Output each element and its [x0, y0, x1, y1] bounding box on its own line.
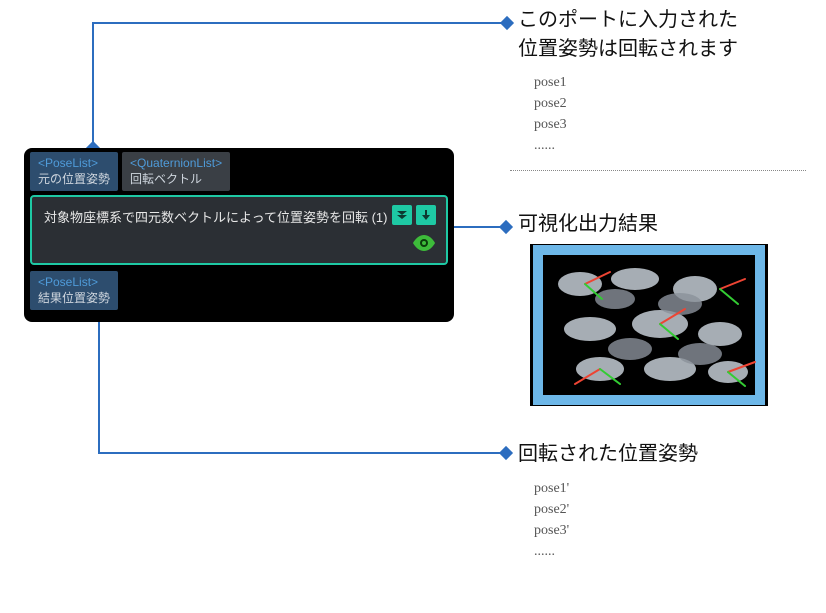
node-toolbar — [392, 205, 436, 225]
port-type: <PoseList> — [38, 156, 110, 172]
port-label: 回転ベクトル — [130, 172, 202, 186]
callout-input-title: このポートに入力された 位置姿勢は回転されます — [518, 6, 738, 64]
input-pose-list: pose1 pose2 pose3 ...... — [534, 72, 567, 156]
pose-item: ...... — [534, 541, 569, 562]
separator-dotted — [510, 170, 806, 171]
output-port-row: <PoseList> 結果位置姿勢 — [30, 271, 448, 310]
visualization-thumbnail — [530, 244, 768, 406]
connector-line — [92, 22, 94, 148]
collapse-down-button[interactable] — [392, 205, 412, 225]
input-port-quaternionlist[interactable]: <QuaternionList> 回転ベクトル — [122, 152, 230, 191]
graph-node: <PoseList> 元の位置姿勢 <QuaternionList> 回転ベクト… — [24, 148, 454, 322]
pose-item: pose2 — [534, 93, 567, 114]
pose-item: pose2' — [534, 499, 569, 520]
callout-output-title: 回転された位置姿勢 — [518, 440, 698, 469]
node-body[interactable]: 対象物座標系で四元数ベクトルによって位置姿勢を回転 (1) — [30, 195, 448, 265]
callout-line1: このポートに入力された — [518, 9, 738, 31]
pose-item: pose1 — [534, 72, 567, 93]
output-port-poselist[interactable]: <PoseList> 結果位置姿勢 — [30, 271, 118, 310]
output-pose-list: pose1' pose2' pose3' ...... — [534, 478, 569, 562]
pose-item: pose3 — [534, 114, 567, 135]
callout-viz-title: 可視化出力結果 — [518, 210, 658, 239]
pose-item: pose3' — [534, 520, 569, 541]
connector-diamond — [499, 220, 513, 234]
port-label: 元の位置姿勢 — [38, 172, 110, 186]
callout-text: 可視化出力結果 — [518, 213, 658, 235]
input-port-poselist[interactable]: <PoseList> 元の位置姿勢 — [30, 152, 118, 191]
callout-text: 回転された位置姿勢 — [518, 443, 698, 465]
pose-item: pose1' — [534, 478, 569, 499]
connector-line — [98, 452, 506, 454]
pose-item: ...... — [534, 135, 567, 156]
input-port-row: <PoseList> 元の位置姿勢 <QuaternionList> 回転ベクト… — [30, 152, 448, 191]
connector-diamond — [500, 16, 514, 30]
node-title: 対象物座標系で四元数ベクトルによって位置姿勢を回転 (1) — [44, 207, 434, 226]
port-type: <QuaternionList> — [130, 156, 222, 172]
connector-diamond — [499, 446, 513, 460]
port-type: <PoseList> — [38, 275, 110, 291]
callout-line2: 位置姿勢は回転されます — [518, 38, 738, 60]
arrow-down-button[interactable] — [416, 205, 436, 225]
visualize-icon[interactable] — [412, 234, 436, 257]
port-label: 結果位置姿勢 — [38, 291, 110, 305]
connector-line — [92, 22, 507, 24]
